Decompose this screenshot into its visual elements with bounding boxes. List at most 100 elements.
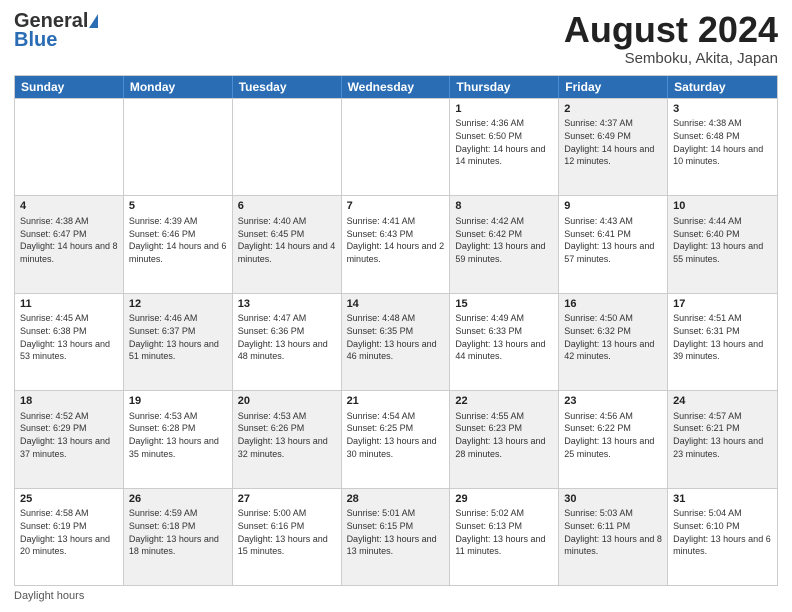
day-detail: Sunrise: 4:39 AMSunset: 6:46 PMDaylight:… bbox=[129, 215, 227, 265]
day-header-sunday: Sunday bbox=[15, 76, 124, 98]
day-cell-5: 5Sunrise: 4:39 AMSunset: 6:46 PMDaylight… bbox=[124, 196, 233, 292]
day-detail: Sunrise: 4:51 AMSunset: 6:31 PMDaylight:… bbox=[673, 312, 772, 362]
day-number: 2 bbox=[564, 102, 662, 117]
day-detail: Sunrise: 4:36 AMSunset: 6:50 PMDaylight:… bbox=[455, 117, 553, 167]
day-number: 10 bbox=[673, 199, 772, 214]
day-cell-7: 7Sunrise: 4:41 AMSunset: 6:43 PMDaylight… bbox=[342, 196, 451, 292]
calendar-row-4: 18Sunrise: 4:52 AMSunset: 6:29 PMDayligh… bbox=[15, 390, 777, 487]
day-cell-4: 4Sunrise: 4:38 AMSunset: 6:47 PMDaylight… bbox=[15, 196, 124, 292]
day-number: 4 bbox=[20, 199, 118, 214]
day-cell-20: 20Sunrise: 4:53 AMSunset: 6:26 PMDayligh… bbox=[233, 391, 342, 487]
day-detail: Sunrise: 4:38 AMSunset: 6:48 PMDaylight:… bbox=[673, 117, 772, 167]
day-cell-8: 8Sunrise: 4:42 AMSunset: 6:42 PMDaylight… bbox=[450, 196, 559, 292]
location-subtitle: Semboku, Akita, Japan bbox=[564, 50, 778, 67]
day-number: 1 bbox=[455, 102, 553, 117]
main-container: General Blue August 2024 Semboku, Akita,… bbox=[0, 0, 792, 612]
day-number: 16 bbox=[564, 297, 662, 312]
day-number: 30 bbox=[564, 492, 662, 507]
day-detail: Sunrise: 5:02 AMSunset: 6:13 PMDaylight:… bbox=[455, 507, 553, 557]
day-number: 11 bbox=[20, 297, 118, 312]
day-header-monday: Monday bbox=[124, 76, 233, 98]
day-number: 31 bbox=[673, 492, 772, 507]
day-detail: Sunrise: 4:56 AMSunset: 6:22 PMDaylight:… bbox=[564, 410, 662, 460]
footer-note: Daylight hours bbox=[14, 586, 778, 602]
day-number: 7 bbox=[347, 199, 445, 214]
day-cell-15: 15Sunrise: 4:49 AMSunset: 6:33 PMDayligh… bbox=[450, 294, 559, 390]
day-detail: Sunrise: 4:40 AMSunset: 6:45 PMDaylight:… bbox=[238, 215, 336, 265]
day-detail: Sunrise: 4:53 AMSunset: 6:28 PMDaylight:… bbox=[129, 410, 227, 460]
day-cell-25: 25Sunrise: 4:58 AMSunset: 6:19 PMDayligh… bbox=[15, 489, 124, 585]
day-detail: Sunrise: 4:54 AMSunset: 6:25 PMDaylight:… bbox=[347, 410, 445, 460]
day-number: 5 bbox=[129, 199, 227, 214]
day-cell-30: 30Sunrise: 5:03 AMSunset: 6:11 PMDayligh… bbox=[559, 489, 668, 585]
day-detail: Sunrise: 4:50 AMSunset: 6:32 PMDaylight:… bbox=[564, 312, 662, 362]
calendar: SundayMondayTuesdayWednesdayThursdayFrid… bbox=[14, 75, 778, 586]
daylight-label: Daylight hours bbox=[14, 590, 84, 602]
logo: General Blue bbox=[14, 10, 98, 52]
day-detail: Sunrise: 4:46 AMSunset: 6:37 PMDaylight:… bbox=[129, 312, 227, 362]
day-cell-18: 18Sunrise: 4:52 AMSunset: 6:29 PMDayligh… bbox=[15, 391, 124, 487]
day-detail: Sunrise: 4:38 AMSunset: 6:47 PMDaylight:… bbox=[20, 215, 118, 265]
day-number: 19 bbox=[129, 394, 227, 409]
day-detail: Sunrise: 4:45 AMSunset: 6:38 PMDaylight:… bbox=[20, 312, 118, 362]
calendar-row-1: 1Sunrise: 4:36 AMSunset: 6:50 PMDaylight… bbox=[15, 98, 777, 195]
day-number: 28 bbox=[347, 492, 445, 507]
empty-cell bbox=[124, 99, 233, 195]
day-number: 25 bbox=[20, 492, 118, 507]
day-number: 20 bbox=[238, 394, 336, 409]
day-cell-26: 26Sunrise: 4:59 AMSunset: 6:18 PMDayligh… bbox=[124, 489, 233, 585]
day-number: 29 bbox=[455, 492, 553, 507]
day-detail: Sunrise: 4:44 AMSunset: 6:40 PMDaylight:… bbox=[673, 215, 772, 265]
day-header-friday: Friday bbox=[559, 76, 668, 98]
calendar-row-5: 25Sunrise: 4:58 AMSunset: 6:19 PMDayligh… bbox=[15, 488, 777, 585]
day-cell-29: 29Sunrise: 5:02 AMSunset: 6:13 PMDayligh… bbox=[450, 489, 559, 585]
day-number: 12 bbox=[129, 297, 227, 312]
day-cell-27: 27Sunrise: 5:00 AMSunset: 6:16 PMDayligh… bbox=[233, 489, 342, 585]
day-detail: Sunrise: 4:47 AMSunset: 6:36 PMDaylight:… bbox=[238, 312, 336, 362]
header: General Blue August 2024 Semboku, Akita,… bbox=[14, 10, 778, 67]
day-cell-10: 10Sunrise: 4:44 AMSunset: 6:40 PMDayligh… bbox=[668, 196, 777, 292]
day-number: 3 bbox=[673, 102, 772, 117]
day-number: 21 bbox=[347, 394, 445, 409]
day-cell-12: 12Sunrise: 4:46 AMSunset: 6:37 PMDayligh… bbox=[124, 294, 233, 390]
calendar-body: 1Sunrise: 4:36 AMSunset: 6:50 PMDaylight… bbox=[15, 98, 777, 585]
day-number: 15 bbox=[455, 297, 553, 312]
empty-cell bbox=[233, 99, 342, 195]
day-header-tuesday: Tuesday bbox=[233, 76, 342, 98]
day-cell-2: 2Sunrise: 4:37 AMSunset: 6:49 PMDaylight… bbox=[559, 99, 668, 195]
day-detail: Sunrise: 4:52 AMSunset: 6:29 PMDaylight:… bbox=[20, 410, 118, 460]
empty-cell bbox=[342, 99, 451, 195]
calendar-row-2: 4Sunrise: 4:38 AMSunset: 6:47 PMDaylight… bbox=[15, 195, 777, 292]
day-detail: Sunrise: 5:03 AMSunset: 6:11 PMDaylight:… bbox=[564, 507, 662, 557]
day-detail: Sunrise: 4:49 AMSunset: 6:33 PMDaylight:… bbox=[455, 312, 553, 362]
day-cell-9: 9Sunrise: 4:43 AMSunset: 6:41 PMDaylight… bbox=[559, 196, 668, 292]
day-number: 18 bbox=[20, 394, 118, 409]
day-number: 13 bbox=[238, 297, 336, 312]
day-detail: Sunrise: 4:43 AMSunset: 6:41 PMDaylight:… bbox=[564, 215, 662, 265]
logo-blue-text: Blue bbox=[14, 29, 57, 52]
day-cell-14: 14Sunrise: 4:48 AMSunset: 6:35 PMDayligh… bbox=[342, 294, 451, 390]
day-number: 6 bbox=[238, 199, 336, 214]
day-cell-11: 11Sunrise: 4:45 AMSunset: 6:38 PMDayligh… bbox=[15, 294, 124, 390]
day-number: 8 bbox=[455, 199, 553, 214]
month-title: August 2024 bbox=[564, 10, 778, 50]
day-detail: Sunrise: 4:57 AMSunset: 6:21 PMDaylight:… bbox=[673, 410, 772, 460]
title-block: August 2024 Semboku, Akita, Japan bbox=[564, 10, 778, 67]
day-cell-1: 1Sunrise: 4:36 AMSunset: 6:50 PMDaylight… bbox=[450, 99, 559, 195]
day-detail: Sunrise: 5:04 AMSunset: 6:10 PMDaylight:… bbox=[673, 507, 772, 557]
day-number: 9 bbox=[564, 199, 662, 214]
day-cell-3: 3Sunrise: 4:38 AMSunset: 6:48 PMDaylight… bbox=[668, 99, 777, 195]
day-detail: Sunrise: 5:01 AMSunset: 6:15 PMDaylight:… bbox=[347, 507, 445, 557]
day-cell-19: 19Sunrise: 4:53 AMSunset: 6:28 PMDayligh… bbox=[124, 391, 233, 487]
day-detail: Sunrise: 4:59 AMSunset: 6:18 PMDaylight:… bbox=[129, 507, 227, 557]
day-detail: Sunrise: 4:55 AMSunset: 6:23 PMDaylight:… bbox=[455, 410, 553, 460]
day-detail: Sunrise: 4:58 AMSunset: 6:19 PMDaylight:… bbox=[20, 507, 118, 557]
day-detail: Sunrise: 5:00 AMSunset: 6:16 PMDaylight:… bbox=[238, 507, 336, 557]
day-number: 17 bbox=[673, 297, 772, 312]
logo-triangle-icon bbox=[89, 14, 98, 28]
day-cell-31: 31Sunrise: 5:04 AMSunset: 6:10 PMDayligh… bbox=[668, 489, 777, 585]
day-number: 27 bbox=[238, 492, 336, 507]
day-number: 14 bbox=[347, 297, 445, 312]
day-cell-24: 24Sunrise: 4:57 AMSunset: 6:21 PMDayligh… bbox=[668, 391, 777, 487]
calendar-header: SundayMondayTuesdayWednesdayThursdayFrid… bbox=[15, 76, 777, 98]
